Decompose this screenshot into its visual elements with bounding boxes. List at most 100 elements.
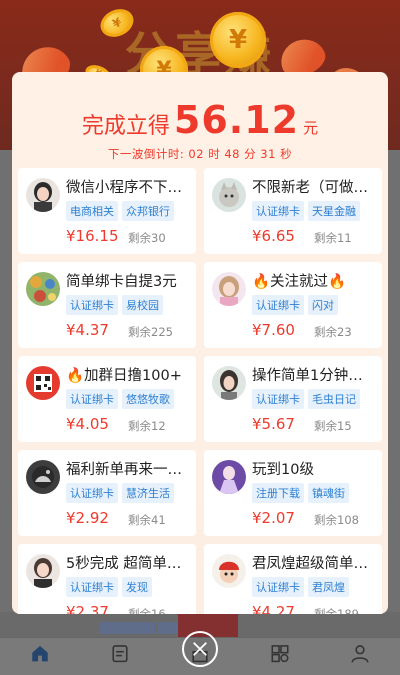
task-tags: 认证绑卡 易校园 — [66, 295, 163, 315]
modal-header: 完成立得 56.12 元 下一波倒计时: 02 时 48 分 31 秒 — [12, 72, 388, 168]
person-icon — [351, 645, 369, 663]
task-price: ¥2.37 — [66, 603, 109, 614]
reward-line: 完成立得 56.12 元 — [12, 98, 388, 142]
task-tag: 悠悠牧歌 — [122, 389, 174, 409]
task-card[interactable]: 君凤煌超级简单… 认证绑卡 君凤煌 ¥4.27 剩余189 — [204, 544, 382, 614]
task-remaining: 剩余41 — [128, 513, 166, 527]
task-title: 🔥加群日撸100+ — [66, 368, 182, 384]
task-price: ¥4.05 — [66, 415, 109, 433]
task-card[interactable]: 🔥加群日撸100+ 认证绑卡 悠悠牧歌 ¥4.05 剩余12 — [18, 356, 196, 442]
task-price: ¥2.07 — [252, 509, 295, 527]
tab-tasks[interactable] — [80, 638, 160, 675]
task-tag: 认证绑卡 — [252, 389, 304, 409]
task-tag: 注册下载 — [252, 483, 304, 503]
task-card[interactable]: 福利新单再来一… 认证绑卡 慧济生活 ¥2.92 剩余41 — [18, 450, 196, 536]
task-title: 🔥关注就过🔥 — [252, 274, 347, 290]
task-tag: 易校园 — [122, 295, 163, 315]
task-tag: 发现 — [122, 577, 152, 597]
task-tag: 认证绑卡 — [252, 201, 304, 221]
task-tags: 认证绑卡 君凤煌 — [252, 577, 349, 597]
task-price: ¥5.67 — [252, 415, 295, 433]
background-chip — [100, 622, 155, 634]
task-tag: 认证绑卡 — [252, 577, 304, 597]
task-price: ¥4.37 — [66, 321, 109, 339]
avatar-pattern-icon — [26, 272, 60, 306]
task-tags: 认证绑卡 发现 — [66, 577, 152, 597]
task-card[interactable]: 简单绑卡自提3元 认证绑卡 易校园 ¥4.37 剩余225 — [18, 262, 196, 348]
task-tag: 认证绑卡 — [66, 577, 118, 597]
task-tag: 电商相关 — [66, 201, 118, 221]
task-card[interactable]: 微信小程序不下… 电商相关 众邦银行 ¥16.15 剩余30 — [18, 168, 196, 254]
tab-home[interactable] — [0, 638, 80, 675]
task-tag: 认证绑卡 — [252, 295, 304, 315]
task-card[interactable]: 玩到10级 注册下载 镇魂街 ¥2.07 剩余108 — [204, 450, 382, 536]
task-price: ¥7.60 — [252, 321, 295, 339]
task-tags: 认证绑卡 毛虫日记 — [252, 389, 360, 409]
task-remaining: 剩余15 — [314, 419, 352, 433]
task-tags: 认证绑卡 天星金融 — [252, 201, 360, 221]
task-title: 微信小程序不下… — [66, 180, 182, 196]
tab-profile[interactable] — [320, 638, 400, 675]
task-remaining: 剩余23 — [314, 325, 352, 339]
background-chip — [158, 622, 180, 634]
task-price: ¥16.15 — [66, 227, 119, 245]
task-tag: 认证绑卡 — [66, 295, 118, 315]
task-remaining: 剩余16 — [128, 607, 166, 614]
task-remaining: 剩余30 — [128, 231, 166, 245]
task-list-icon — [112, 645, 128, 663]
avatar-cat-icon — [212, 178, 246, 212]
task-tag: 众邦银行 — [122, 201, 174, 221]
task-tag: 闪对 — [308, 295, 338, 315]
task-remaining: 剩余11 — [314, 231, 352, 245]
task-tag: 认证绑卡 — [66, 389, 118, 409]
close-button[interactable] — [182, 631, 218, 667]
task-price: ¥2.92 — [66, 509, 109, 527]
avatar-girl-icon — [212, 272, 246, 306]
task-tag: 天星金融 — [308, 201, 360, 221]
reward-modal: 完成立得 56.12 元 下一波倒计时: 02 时 48 分 31 秒 微信小程… — [12, 72, 388, 614]
task-title: 不限新老（可做… — [252, 180, 368, 196]
task-tags: 电商相关 众邦银行 — [66, 201, 174, 221]
task-grid: 微信小程序不下… 电商相关 众邦银行 ¥16.15 剩余30 不限新老（可做… … — [18, 168, 382, 614]
task-tag: 镇魂街 — [308, 483, 349, 503]
task-remaining: 剩余189 — [314, 607, 359, 614]
task-card[interactable]: 🔥关注就过🔥 认证绑卡 闪对 ¥7.60 剩余23 — [204, 262, 382, 348]
task-tags: 认证绑卡 悠悠牧歌 — [66, 389, 174, 409]
countdown-timer: 下一波倒计时: 02 时 48 分 31 秒 — [107, 147, 293, 161]
tab-apps[interactable] — [240, 638, 320, 675]
task-tag: 慧济生活 — [122, 483, 174, 503]
task-remaining: 剩余108 — [314, 513, 359, 527]
close-icon — [193, 642, 207, 656]
task-title: 福利新单再来一… — [66, 462, 182, 478]
reward-label: 完成立得 — [81, 114, 170, 139]
task-title: 玩到10级 — [252, 462, 314, 478]
task-card[interactable]: 不限新老（可做… 认证绑卡 天星金融 ¥6.65 剩余11 — [204, 168, 382, 254]
task-card[interactable]: 操作简单1分钟… 认证绑卡 毛虫日记 ¥5.67 剩余15 — [204, 356, 382, 442]
task-title: 操作简单1分钟… — [252, 368, 363, 384]
avatar-qrcode-icon — [26, 366, 60, 400]
task-card[interactable]: 5秒完成 超简单… 认证绑卡 发现 ¥2.37 剩余16 — [18, 544, 196, 614]
coin-icon: ¥ — [210, 12, 266, 68]
reward-amount: 56.12 — [173, 98, 300, 142]
task-tag: 君凤煌 — [308, 577, 349, 597]
avatar-purple-icon — [212, 460, 246, 494]
task-title: 君凤煌超级简单… — [252, 556, 368, 572]
avatar-dark-icon — [26, 460, 60, 494]
task-tags: 注册下载 镇魂街 — [252, 483, 349, 503]
task-tags: 认证绑卡 慧济生活 — [66, 483, 174, 503]
avatar-girl-icon — [26, 178, 60, 212]
avatar-girl-icon — [212, 366, 246, 400]
task-price: ¥6.65 — [252, 227, 295, 245]
reward-unit: 元 — [303, 119, 319, 137]
task-remaining: 剩余225 — [128, 325, 173, 339]
task-price: ¥4.27 — [252, 603, 295, 614]
task-remaining: 剩余12 — [128, 419, 166, 433]
avatar-cartoon-icon — [212, 554, 246, 588]
task-title: 5秒完成 超简单… — [66, 556, 182, 572]
task-title: 简单绑卡自提3元 — [66, 274, 177, 290]
avatar-girl-icon — [26, 554, 60, 588]
task-tag: 毛虫日记 — [308, 389, 360, 409]
task-tag: 认证绑卡 — [66, 483, 118, 503]
apps-icon — [271, 645, 289, 663]
home-icon — [32, 645, 48, 662]
